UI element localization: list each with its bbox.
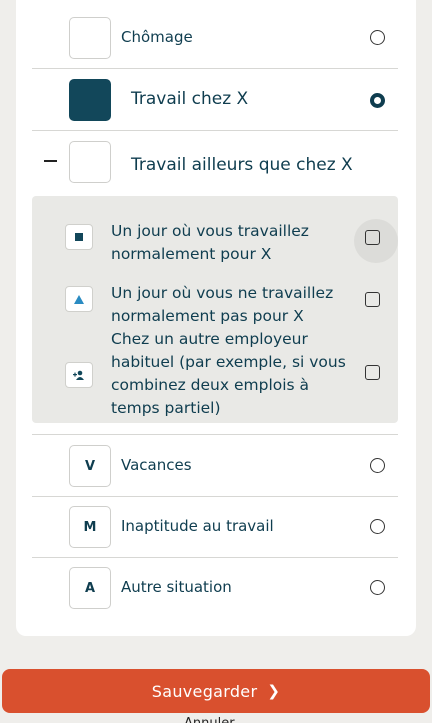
option-badge: M	[69, 506, 111, 548]
radio-vacances[interactable]	[370, 458, 385, 473]
option-badge	[69, 141, 111, 183]
sub-option-label: Un jour où vous travaillez normalement p…	[111, 222, 309, 263]
sub-option-autre-employeur[interactable]: Chez un autre employeur habituel (par ex…	[32, 328, 398, 423]
chevron-right-icon: ❯	[267, 682, 281, 700]
option-label: Inaptitude au travail	[121, 517, 274, 535]
option-badge: A	[69, 567, 111, 609]
option-label: Vacances	[121, 456, 192, 474]
option-label: Travail chez X	[131, 89, 249, 109]
sub-option-jour-travaille[interactable]: Un jour où vous travaillez normalement p…	[32, 196, 398, 276]
radio-inaptitude[interactable]	[370, 519, 385, 534]
save-button[interactable]: Sauvegarder ❯	[2, 669, 430, 713]
triangle-icon	[65, 286, 93, 312]
checkbox-jour-travaille[interactable]	[365, 230, 380, 245]
option-label: Travail ailleurs que chez X	[131, 155, 353, 175]
option-chomage[interactable]: Chômage	[32, 7, 398, 69]
person-add-icon	[65, 362, 93, 388]
radio-autre-situation[interactable]	[370, 580, 385, 595]
sub-options-panel: Un jour où vous travaillez normalement p…	[32, 196, 398, 423]
option-badge: V	[69, 445, 111, 487]
option-autre-situation[interactable]: A Autre situation	[32, 557, 398, 618]
option-badge	[69, 17, 111, 59]
option-travail-ailleurs[interactable]: Travail ailleurs que chez X	[32, 131, 398, 192]
option-label: Autre situation	[121, 578, 232, 596]
cancel-link[interactable]: Annuler	[184, 716, 235, 723]
square-icon	[65, 224, 93, 250]
option-travail-chez-x[interactable]: Travail chez X	[32, 69, 398, 131]
radio-chomage[interactable]	[370, 30, 385, 45]
save-button-label: Sauvegarder	[151, 681, 258, 701]
sub-option-label: Chez un autre employeur habituel (par ex…	[111, 330, 346, 417]
radio-travail-chez-x-selected[interactable]	[370, 93, 385, 108]
option-badge-filled	[69, 79, 111, 121]
option-label: Chômage	[121, 28, 193, 46]
option-inaptitude[interactable]: M Inaptitude au travail	[32, 496, 398, 558]
option-vacances[interactable]: V Vacances	[32, 434, 398, 497]
checkbox-autre-employeur[interactable]	[365, 365, 380, 380]
sub-option-jour-non-travaille[interactable]: Un jour où vous ne travaillez normalemen…	[32, 282, 398, 328]
sub-option-label: Un jour où vous ne travaillez normalemen…	[111, 284, 334, 325]
collapse-minus-icon[interactable]	[44, 160, 57, 162]
checkbox-jour-non-travaille[interactable]	[365, 292, 380, 307]
